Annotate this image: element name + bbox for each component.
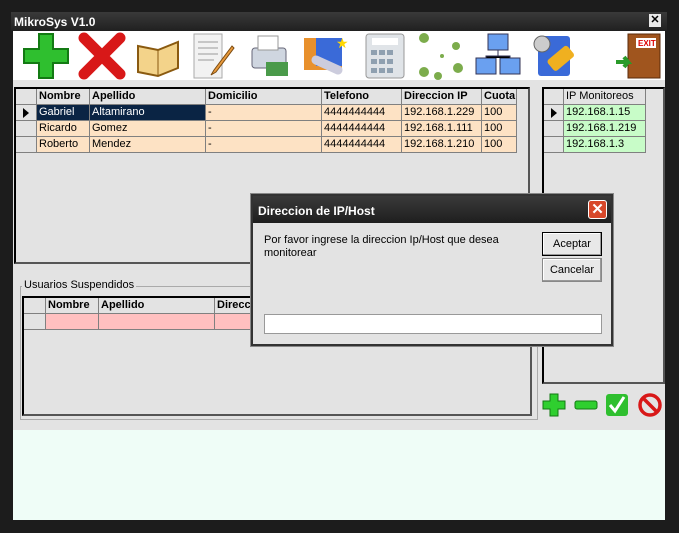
column-header-cuota[interactable]: Cuota (482, 89, 517, 105)
cell-direccion-ip[interactable]: 192.168.1.229 (402, 105, 482, 121)
window-title: MikroSys V1.0 (14, 15, 96, 29)
network-dots-icon[interactable] (418, 32, 466, 80)
cell-apellido[interactable]: Altamirano (90, 105, 206, 121)
settings-tool-icon[interactable] (530, 32, 578, 80)
cell-domicilio[interactable]: - (206, 137, 322, 153)
status-area (13, 430, 665, 520)
cell-nombre[interactable]: Gabriel (37, 105, 90, 121)
document-edit-icon[interactable] (190, 32, 238, 80)
window-close-button[interactable]: ✕ (649, 14, 661, 27)
network-computers-icon[interactable] (474, 32, 522, 80)
dialog-message: Por favor ingrese la direccion Ip/Host q… (264, 234, 499, 259)
column-header-direccion-ip[interactable]: Direccion IP (402, 89, 482, 105)
column-header-nombre[interactable]: Nombre (46, 298, 99, 314)
row-header[interactable] (16, 105, 37, 121)
book-icon[interactable] (134, 32, 182, 80)
cancel-icon[interactable] (638, 393, 662, 417)
column-header-domicilio[interactable]: Domicilio (206, 89, 322, 105)
dialog-titlebar: Direccion de IP/Host ✕ (253, 196, 611, 223)
cell-telefono[interactable]: 4444444444 (322, 137, 402, 153)
column-header-apellido[interactable]: Apellido (99, 298, 215, 314)
row-header-corner (544, 89, 564, 105)
cell-telefono[interactable]: 4444444444 (322, 121, 402, 137)
row-header[interactable] (24, 314, 46, 330)
delete-icon[interactable] (78, 32, 126, 80)
column-header-apellido[interactable]: Apellido (90, 89, 206, 105)
dialog-title: Direccion de IP/Host (258, 204, 375, 218)
row-header[interactable] (544, 121, 564, 137)
window-titlebar: MikroSys V1.0 ✕ (11, 12, 667, 31)
cell-domicilio[interactable]: - (206, 105, 322, 121)
cell-apellido[interactable]: Gomez (90, 121, 206, 137)
column-header-ip-monitoreos[interactable]: IP Monitoreos (564, 89, 646, 105)
telescope-icon[interactable]: ★ (302, 32, 350, 80)
exit-label: EXIT (638, 39, 656, 48)
cell-ip-monitoreo[interactable]: 192.168.1.3 (564, 137, 646, 153)
cell-cuota[interactable]: 100 (482, 137, 517, 153)
row-header[interactable] (16, 137, 37, 153)
row-header[interactable] (16, 121, 37, 137)
cell-apellido[interactable] (99, 314, 215, 330)
toolbar: ★ EXIT (13, 31, 665, 80)
add-icon[interactable] (22, 32, 70, 80)
cell-domicilio[interactable]: - (206, 121, 322, 137)
cell-direccion-ip[interactable]: 192.168.1.111 (402, 121, 482, 137)
cell-nombre[interactable]: Ricardo (37, 121, 90, 137)
current-row-arrow-icon (551, 108, 557, 118)
check-icon[interactable] (605, 393, 629, 417)
remove-ip-icon[interactable] (574, 393, 598, 417)
printer-icon[interactable] (246, 32, 294, 80)
cell-nombre[interactable] (46, 314, 99, 330)
row-header-corner (24, 298, 46, 314)
add-ip-icon[interactable] (542, 393, 566, 417)
accept-button[interactable]: Aceptar (542, 232, 602, 256)
ip-host-input[interactable] (264, 314, 602, 334)
row-header-corner (16, 89, 37, 105)
ip-host-dialog: Direccion de IP/Host ✕ Por favor ingrese… (251, 194, 613, 346)
exit-door-icon[interactable]: EXIT (614, 32, 662, 80)
calculator-icon[interactable] (362, 32, 410, 80)
cell-ip-monitoreo[interactable]: 192.168.1.15 (564, 105, 646, 121)
row-header[interactable] (544, 105, 564, 121)
current-row-arrow-icon (23, 108, 29, 118)
cell-apellido[interactable]: Mendez (90, 137, 206, 153)
cell-telefono[interactable]: 4444444444 (322, 105, 402, 121)
cell-ip-monitoreo[interactable]: 192.168.1.219 (564, 121, 646, 137)
cell-cuota[interactable]: 100 (482, 121, 517, 137)
column-header-nombre[interactable]: Nombre (37, 89, 90, 105)
column-header-telefono[interactable]: Telefono (322, 89, 402, 105)
cancel-button[interactable]: Cancelar (542, 258, 602, 282)
suspended-users-label: Usuarios Suspendidos (22, 279, 137, 291)
cell-direccion-ip[interactable]: 192.168.1.210 (402, 137, 482, 153)
cell-cuota[interactable]: 100 (482, 105, 517, 121)
cell-nombre[interactable]: Roberto (37, 137, 90, 153)
svg-text:★: ★ (336, 35, 349, 51)
dialog-close-button[interactable]: ✕ (588, 200, 607, 219)
row-header[interactable] (544, 137, 564, 153)
